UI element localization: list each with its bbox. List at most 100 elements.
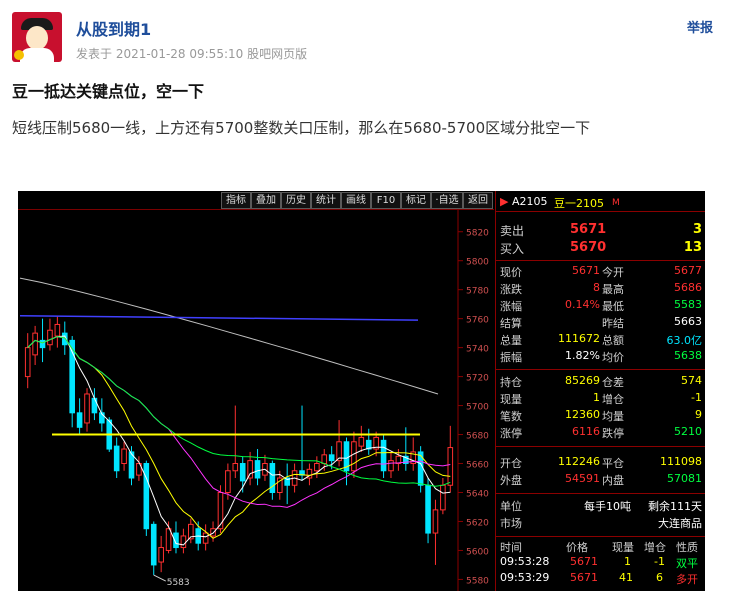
candle-body bbox=[314, 463, 320, 472]
candlestick-chart[interactable]: 5820 5800 5780 5760 5740 5720 5700 5680 5660 5640… bbox=[18, 210, 494, 591]
y-tick-label: 5740 bbox=[466, 345, 489, 355]
low-marker-line bbox=[153, 574, 166, 582]
y-tick-label: 5680 bbox=[466, 432, 489, 442]
toolbar-mark-button[interactable]: 标记 bbox=[401, 192, 431, 209]
bid-label: 买入 bbox=[500, 242, 525, 256]
toolbar-stats-button[interactable]: 统计 bbox=[311, 192, 341, 209]
candle-body bbox=[358, 436, 365, 447]
candle-body bbox=[76, 412, 83, 428]
y-tick-label: 5640 bbox=[466, 489, 489, 499]
y-tick-label: 5700 bbox=[466, 403, 489, 413]
toolbar-history-button[interactable]: 历史 bbox=[281, 192, 311, 209]
divider bbox=[496, 211, 705, 212]
y-tick-label: 5720 bbox=[466, 374, 489, 384]
long-moving-average-line bbox=[19, 315, 419, 321]
y-tick-label: 5780 bbox=[466, 287, 489, 297]
candle-body bbox=[217, 491, 224, 530]
candle-body bbox=[143, 463, 150, 530]
divider bbox=[496, 536, 705, 537]
candle-body bbox=[47, 329, 53, 346]
y-tick-label: 5660 bbox=[466, 461, 489, 471]
candle-body bbox=[254, 460, 261, 479]
y-tick-label: 5600 bbox=[466, 547, 489, 557]
bid-row: 买入 5670 13 bbox=[496, 240, 705, 257]
position-row: 笔数 12360 均量 9 bbox=[500, 408, 702, 423]
candle-body bbox=[121, 448, 127, 465]
unit-row: 单位 每手10吨 剩余111天 bbox=[500, 500, 702, 513]
trading-screenshot: 指标 叠加 历史 统计 画线 F10 标记 ·自选 返回 5820 5800 578… bbox=[18, 191, 705, 591]
bid-price: 5670 bbox=[570, 240, 607, 255]
candle-body bbox=[113, 445, 120, 472]
ask-volume: 3 bbox=[692, 222, 702, 237]
y-tick-label: 5820 bbox=[466, 229, 489, 239]
toolbar-back-button[interactable]: 返回 bbox=[463, 192, 493, 209]
candle-body bbox=[150, 523, 157, 566]
quote-row: 总量 111672 总额 63.0亿 bbox=[500, 332, 702, 347]
avatar-body bbox=[20, 48, 54, 62]
chart-toolbar: 指标 叠加 历史 统计 画线 F10 标记 ·自选 返回 bbox=[18, 191, 494, 210]
candle-body bbox=[328, 454, 335, 462]
candle-body bbox=[202, 532, 209, 544]
candle-body bbox=[32, 332, 38, 356]
candle-body bbox=[91, 397, 98, 414]
candle-body bbox=[447, 447, 454, 486]
y-tick-label: 5620 bbox=[466, 518, 489, 528]
toolbar-draw-button[interactable]: 画线 bbox=[341, 192, 371, 209]
candle-body bbox=[232, 463, 239, 472]
position-row: 涨停 6116 跌停 5210 bbox=[500, 425, 702, 440]
post-meta: 发表于 2021-01-28 09:55:10 股吧网页版 bbox=[76, 47, 308, 61]
quote-row: 振幅 1.82% 均价 5638 bbox=[500, 349, 702, 364]
quote-row: 涨跌 8 最高 5686 bbox=[500, 281, 702, 296]
ticks-header: 时间 价格 现量 增仓 性质 bbox=[500, 541, 698, 554]
low-marker-label: 5583 bbox=[167, 578, 190, 588]
ask-price: 5671 bbox=[570, 222, 607, 237]
candle-body bbox=[269, 463, 276, 493]
contract-flag: M bbox=[612, 198, 620, 208]
candle-body bbox=[388, 460, 394, 472]
toolbar-overlay-button[interactable]: 叠加 bbox=[251, 192, 281, 209]
avatar-badge bbox=[14, 50, 24, 60]
tick-row: 09:53:28 5671 1 -1 双平 bbox=[500, 555, 698, 570]
avatar-face bbox=[26, 26, 48, 50]
candle-body bbox=[225, 470, 231, 493]
candle-body bbox=[425, 484, 431, 534]
user-avatar[interactable] bbox=[12, 12, 62, 62]
candle-body bbox=[321, 454, 328, 465]
candle-body bbox=[84, 393, 90, 424]
candle-body bbox=[440, 484, 446, 511]
divider bbox=[496, 446, 705, 447]
contract-name: 豆一2105 bbox=[554, 197, 604, 210]
candle-body bbox=[165, 528, 172, 551]
y-tick-label: 5760 bbox=[466, 316, 489, 326]
volume-row: 外盘 54591 内盘 57081 bbox=[500, 472, 702, 487]
candle-body bbox=[24, 347, 31, 378]
quote-row: 现价 5671 今开 5677 bbox=[500, 264, 702, 279]
toolbar-f10-button[interactable]: F10 bbox=[371, 192, 401, 209]
candle-body bbox=[351, 441, 357, 472]
toolbar-watchlist-button[interactable]: ·自选 bbox=[431, 192, 463, 209]
y-tick-label: 5580 bbox=[466, 576, 489, 586]
toolbar-indicator-button[interactable]: 指标 bbox=[221, 192, 251, 209]
tick-row: 09:53:29 5671 41 6 多开 bbox=[500, 571, 698, 586]
post-content: 短线压制5680一线，上方还有5700整数关口压制，那么在5680-5700区域… bbox=[12, 119, 591, 137]
candle-body bbox=[180, 535, 187, 549]
report-button[interactable]: 举报 bbox=[687, 17, 713, 36]
candle-body bbox=[239, 463, 246, 482]
candle-body bbox=[247, 460, 253, 479]
long-moving-average-line bbox=[19, 277, 439, 395]
position-row: 持仓 85269 仓差 574 bbox=[500, 374, 702, 389]
candle-body bbox=[380, 439, 387, 472]
market-row: 市场 大连商品 bbox=[500, 517, 702, 530]
contract-code: A2105 bbox=[512, 195, 548, 208]
ask-label: 卖出 bbox=[500, 224, 525, 238]
moving-average-line bbox=[27, 335, 451, 546]
moving-average-line bbox=[27, 336, 451, 539]
ask-row: 卖出 5671 3 bbox=[496, 222, 705, 239]
arrow-right-icon: ▶ bbox=[500, 195, 509, 208]
username-link[interactable]: 从股到期1 bbox=[76, 16, 151, 40]
post-title: 豆一抵达关键点位，空一下 bbox=[12, 82, 205, 101]
y-tick-label: 5800 bbox=[466, 258, 489, 268]
divider bbox=[496, 493, 705, 494]
candle-body bbox=[210, 528, 216, 537]
quote-row: 涨幅 0.14% 最低 5583 bbox=[500, 298, 702, 313]
